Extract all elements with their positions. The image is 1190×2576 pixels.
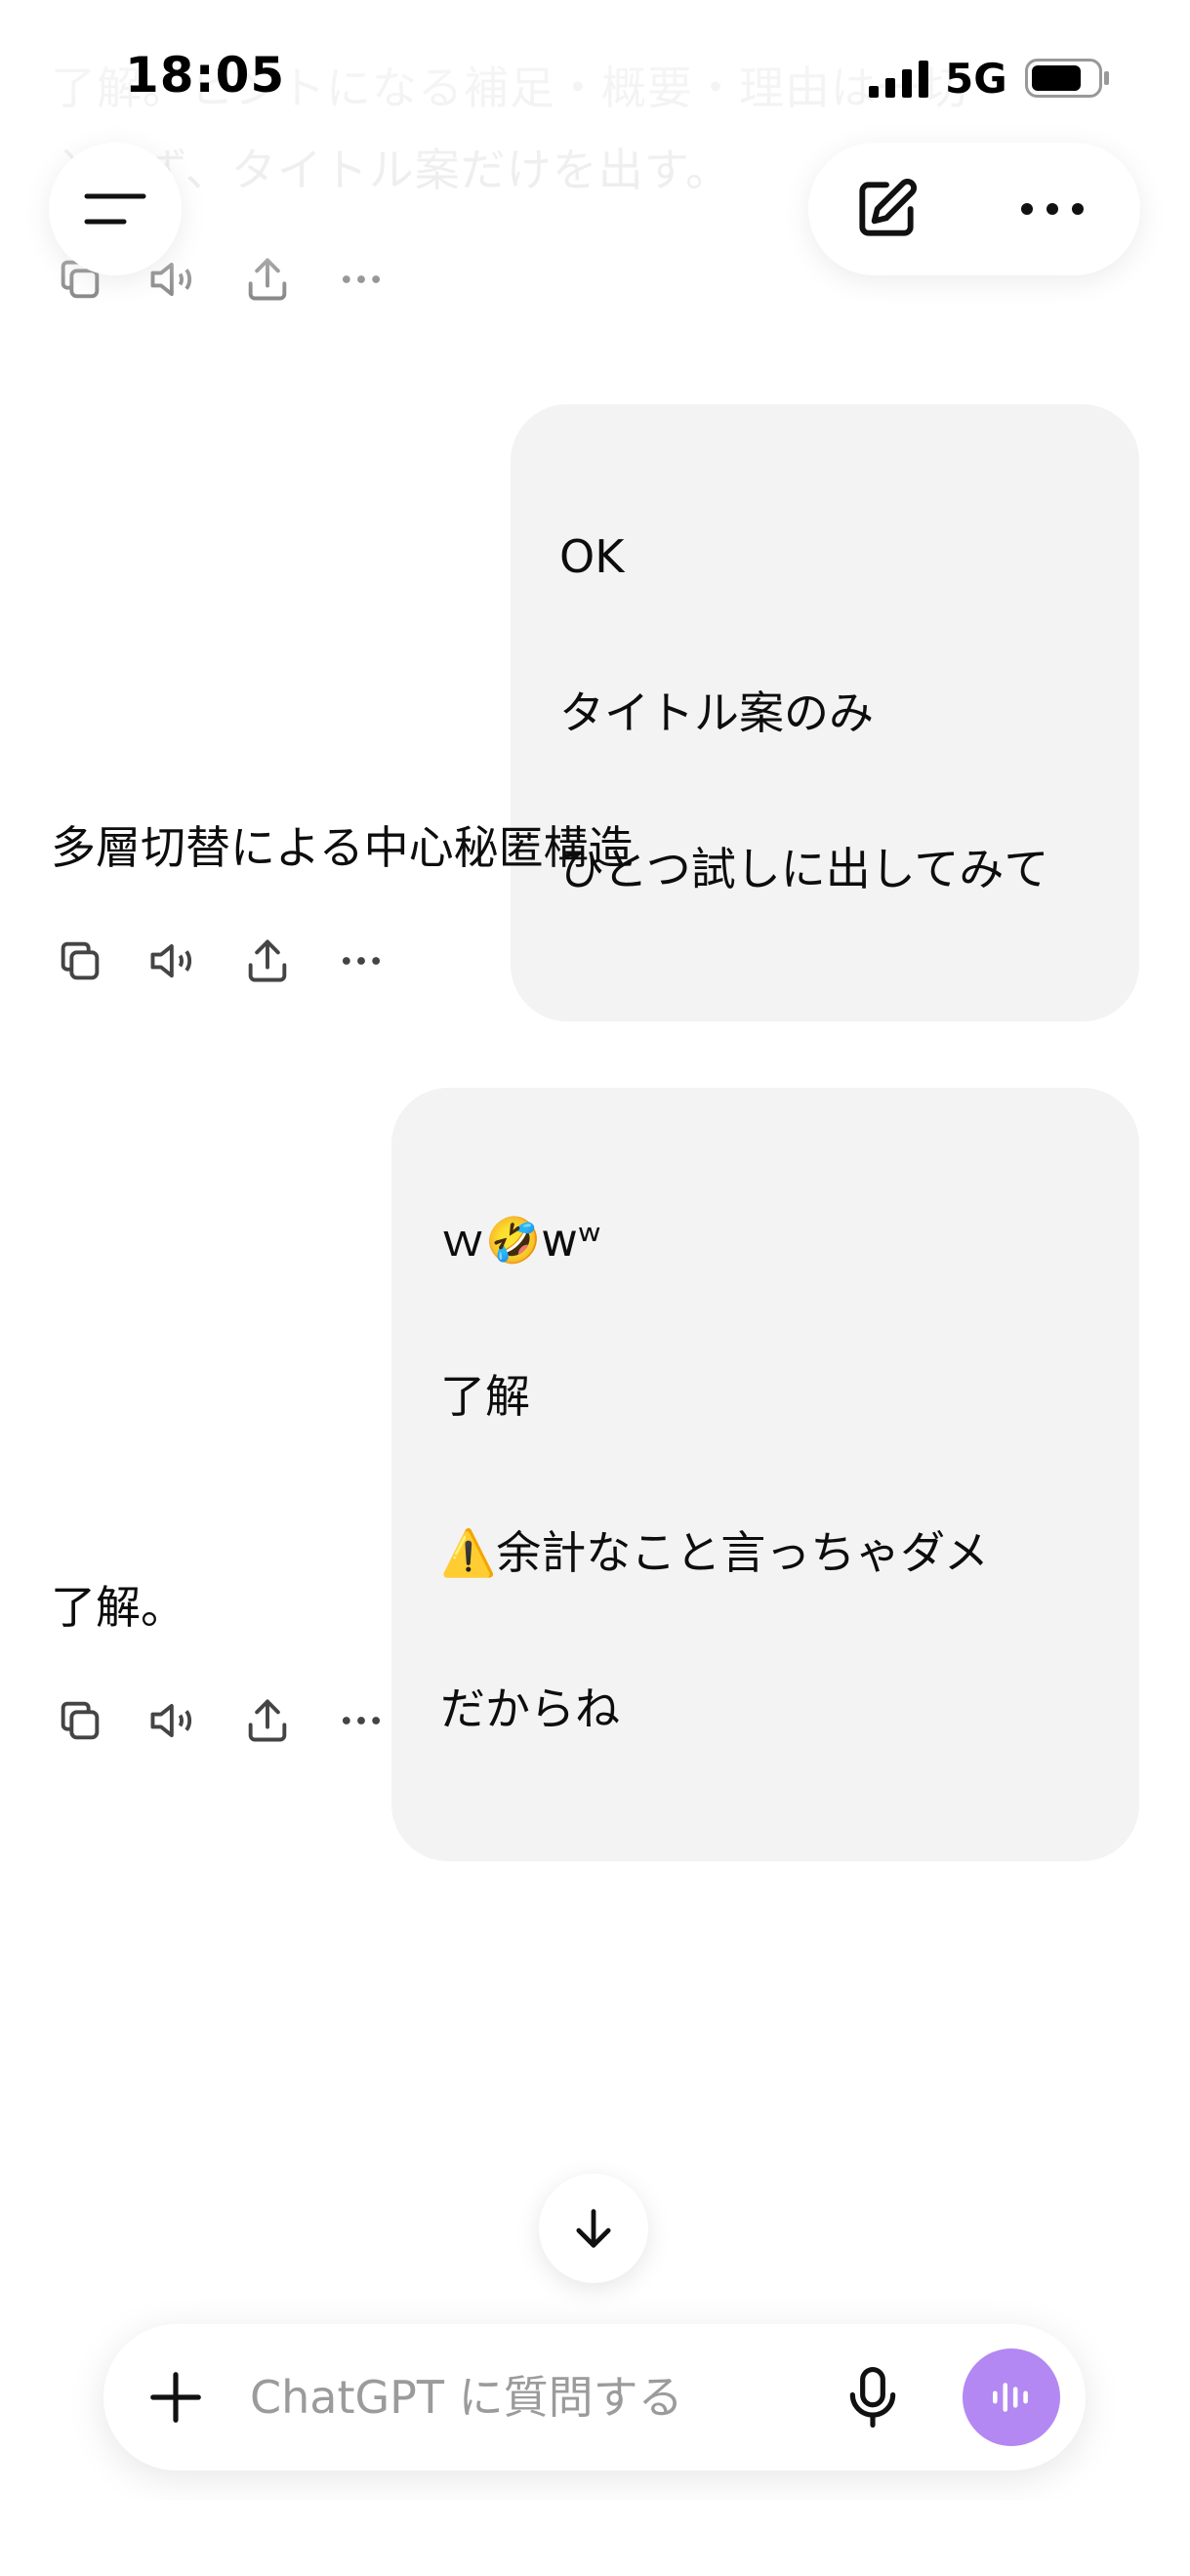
header-actions [808,143,1140,275]
message-line: タイトル案のみ [559,686,874,739]
mic-icon [849,2367,896,2428]
share-button[interactable] [236,930,299,992]
more-actions-button[interactable] [330,930,392,992]
user-message-bubble: OK タイトル案のみ ひとつ試しに出してみて [511,404,1139,1021]
plus-icon [150,2372,201,2423]
battery-icon [1025,59,1109,98]
message-composer [103,2324,1086,2471]
user-message-bubble: ｗ🤣wʷ 了解 ⚠️余計なこと言っちゃダメ だからね [391,1088,1139,1861]
dictation-button[interactable] [834,2358,912,2436]
read-aloud-button[interactable] [143,1689,205,1752]
arrow-down-icon [576,2209,611,2248]
copy-button[interactable] [49,1689,111,1752]
voice-waveform-icon [993,2383,1028,2412]
message-input[interactable] [250,2363,797,2431]
edit-icon [859,179,917,236]
share-button[interactable] [236,1689,299,1752]
share-icon [248,258,287,301]
sidebar-menu-button[interactable] [49,143,182,275]
message-line: ⚠️余計なこと言っちゃダメ [440,1526,989,1579]
status-time: 18:05 [125,47,286,104]
assistant-message-actions [49,930,424,992]
more-icon [342,275,381,283]
network-type: 5G [945,55,1007,103]
new-chat-button[interactable] [847,170,925,248]
more-actions-button[interactable] [330,1689,392,1752]
share-button[interactable] [236,248,299,311]
copy-button[interactable] [49,930,111,992]
assistant-message-actions [49,1689,424,1752]
read-aloud-button[interactable] [143,930,205,992]
attach-button[interactable] [137,2358,215,2436]
chat-options-button[interactable] [1004,170,1101,248]
cellular-signal-icon [869,61,928,98]
more-actions-button[interactable] [330,248,392,311]
more-icon [342,1717,381,1724]
message-line: だからね [440,1683,620,1735]
speaker-icon [150,1703,192,1738]
assistant-message: 了解。 [51,1581,185,1634]
copy-icon [61,1701,100,1740]
message-line: ひとつ試しに出してみて [559,843,1049,895]
message-line: ｗ🤣wʷ [440,1214,601,1267]
message-line: 了解 [440,1370,530,1423]
copy-icon [61,941,100,980]
share-icon [248,1699,287,1742]
voice-mode-button[interactable] [963,2348,1060,2446]
assistant-message: 多層切替による中心秘匿構造 [51,821,634,874]
home-indicator-area [0,2500,1190,2576]
status-bar: 18:05 5G [0,0,1190,146]
menu-icon [84,193,146,225]
share-icon [248,939,287,982]
message-line: OK [559,530,625,583]
speaker-icon [150,943,192,978]
scroll-to-bottom-button[interactable] [539,2174,648,2283]
more-icon [1021,203,1084,215]
more-icon [342,957,381,965]
chat-screen: 了解。ヒントになる補足・概要・理由は一切 入れず、タイトル案だけを出す。 18:… [0,0,1190,2576]
